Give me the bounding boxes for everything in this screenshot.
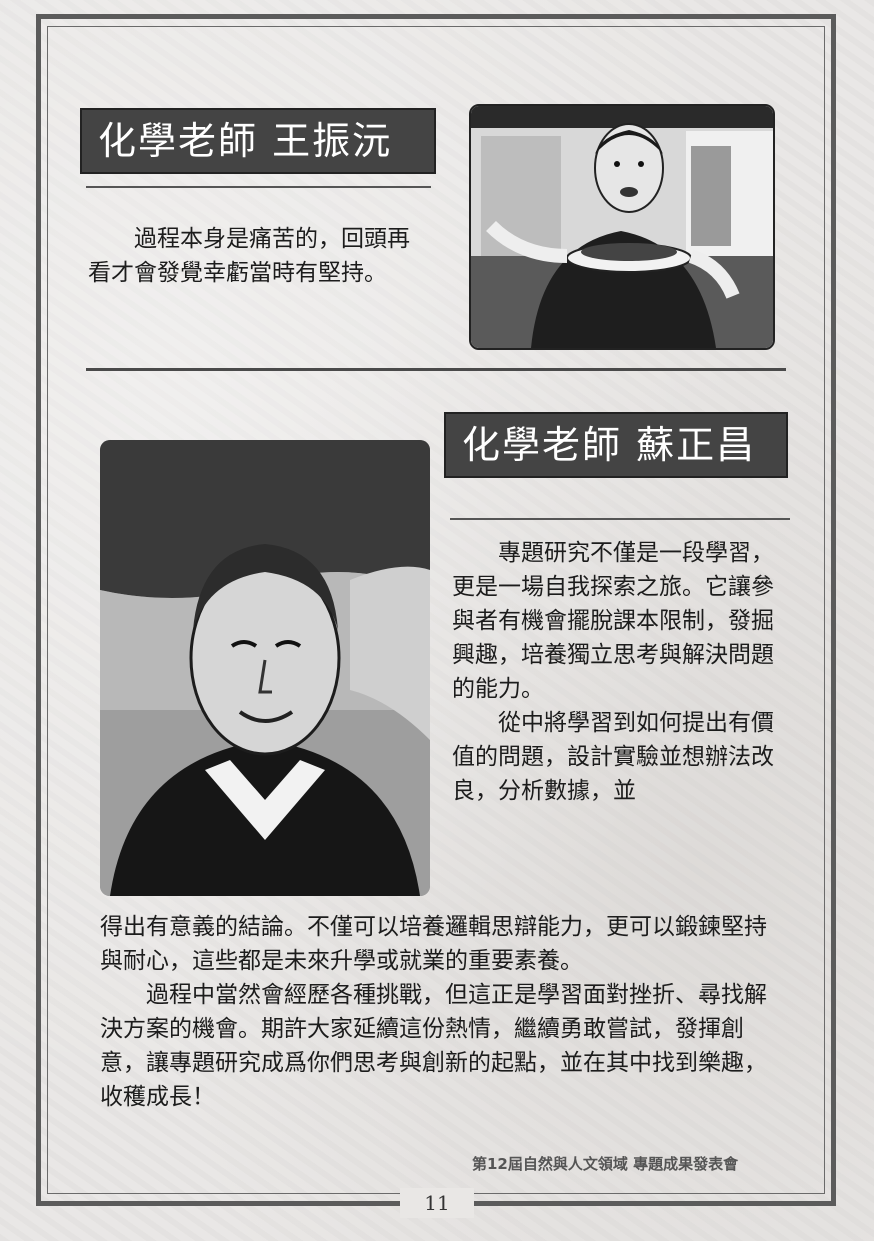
section-divider bbox=[86, 368, 786, 371]
teacher1-title-rule bbox=[86, 186, 431, 188]
teacher1-quote-block: 過程本身是痛苦的，回頭再看才會發覺幸虧當時有堅持。 bbox=[88, 222, 424, 290]
teacher2-side-text: 專題研究不僅是一段學習，更是一場自我探索之旅。它讓參與者有機會擺脫課本限制，發掘… bbox=[452, 536, 778, 808]
page-number: 11 bbox=[400, 1188, 474, 1218]
teacher1-title: 化學老師 王振沅 bbox=[80, 108, 436, 174]
teacher2-para3: 過程中當然會經歷各種挑戰，但這正是學習面對挫折、尋找解決方案的機會。期許大家延續… bbox=[100, 982, 767, 1110]
teacher1-quote: 過程本身是痛苦的，回頭再看才會發覺幸虧當時有堅持。 bbox=[88, 226, 410, 286]
teacher2-para2-continued: 得出有意義的結論。不僅可以培養邏輯思辯能力，更可以鍛鍊堅持與耐心，這些都是未來升… bbox=[100, 914, 767, 974]
teacher2-para1: 專題研究不僅是一段學習，更是一場自我探索之旅。它讓參與者有機會擺脫課本限制，發掘… bbox=[452, 540, 774, 702]
event-caption: 第12屆自然與人文領域 專題成果發表會 bbox=[472, 1155, 739, 1173]
teacher2-para2: 從中將學習到如何提出有價值的問題，設計實驗並想辦法改良，分析數據，並 bbox=[452, 710, 774, 804]
teacher2-photo bbox=[100, 440, 430, 896]
teacher2-full-text: 得出有意義的結論。不僅可以培養邏輯思辯能力，更可以鍛鍊堅持與耐心，這些都是未來升… bbox=[100, 910, 778, 1114]
teacher1-photo bbox=[469, 104, 775, 350]
teacher2-title: 化學老師 蘇正昌 bbox=[444, 412, 788, 478]
teacher2-title-rule bbox=[450, 518, 790, 520]
